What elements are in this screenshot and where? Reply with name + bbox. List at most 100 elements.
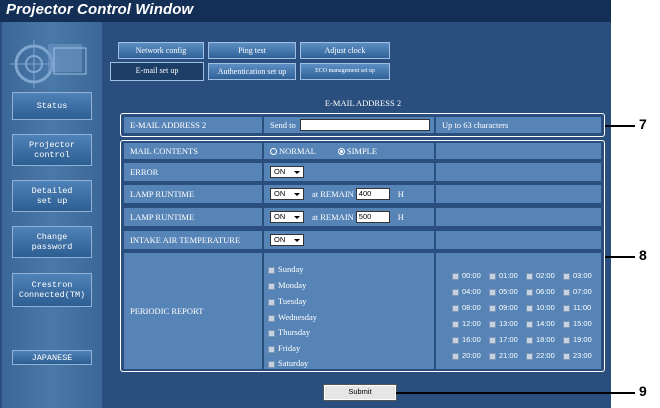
error-cell: ON [264,163,434,181]
hour-item[interactable]: 11:00 [563,303,591,312]
hour-item[interactable]: 18:00 [526,335,555,344]
hour-item[interactable]: 03:00 [563,271,592,280]
lamp-runtime-2-select[interactable]: ON [270,211,304,223]
error-label: ERROR [124,163,262,181]
sidebar-item-change-password[interactable]: Change password [12,226,92,258]
checkbox[interactable] [526,272,533,280]
sidebar-item-status[interactable]: Status [12,92,92,120]
checkbox[interactable] [452,320,459,328]
hour-item[interactable]: 01:00 [489,271,518,280]
checkbox[interactable] [452,352,459,360]
hour-label: 12:00 [462,319,481,328]
tab-email-set-up[interactable]: E-mail set up [110,62,204,81]
tab-authentication-set-up[interactable]: Authentication set up [208,63,296,80]
hour-item[interactable]: 21:00 [489,351,518,360]
simple-radio[interactable] [337,147,345,155]
send-to-label: Send to [270,120,296,130]
lamp-runtime-2-remain-input[interactable]: 500 [355,211,390,223]
checkbox[interactable] [268,314,275,322]
day-wednesday[interactable]: Wednesday [268,312,317,322]
checkbox[interactable] [526,320,533,328]
checkbox[interactable] [268,329,275,337]
empty-cell [436,231,601,249]
hour-item[interactable]: 10:00 [526,303,555,312]
hour-item[interactable]: 13:00 [489,319,518,328]
day-thursday[interactable]: Thursday [268,327,310,337]
hour-item[interactable]: 19:00 [563,335,592,344]
hour-item[interactable]: 00:00 [452,271,481,280]
hour-item[interactable]: 22:00 [526,351,555,360]
language-button[interactable]: JAPANESE [12,350,92,365]
checkbox[interactable] [452,336,459,344]
checkbox[interactable] [526,304,533,312]
day-tuesday[interactable]: Tuesday [268,296,307,306]
hour-item[interactable]: 14:00 [526,319,555,328]
lamp-runtime-2-label: LAMP RUNTIME [124,208,262,226]
tab-adjust-clock[interactable]: Adjust clock [300,42,390,59]
checkbox[interactable] [268,298,275,306]
hour-label: 13:00 [499,319,518,328]
callout-number: 7 [639,116,647,132]
checkbox[interactable] [526,288,533,296]
tab-ping-test[interactable]: Ping test [208,42,296,59]
hour-item[interactable]: 06:00 [526,287,555,296]
checkbox[interactable] [268,266,275,274]
checkbox[interactable] [489,288,496,296]
lamp-runtime-1-select[interactable]: ON [270,188,304,200]
normal-radio[interactable] [270,147,277,155]
checkbox[interactable] [268,282,275,290]
hour-item[interactable]: 02:00 [526,271,555,280]
email-address-input[interactable] [299,119,430,131]
remain-label: at REMAIN [312,212,354,222]
sidebar-item-detailed-set-up[interactable]: Detailed set up [12,180,92,212]
error-select[interactable]: ON [270,166,304,178]
hour-item[interactable]: 23:00 [563,351,592,360]
hour-item[interactable]: 15:00 [563,319,592,328]
sidebar-item-projector-control[interactable]: Projector control [12,134,92,166]
hour-item[interactable]: 04:00 [452,287,481,296]
intake-air-select[interactable]: ON [270,234,304,246]
lamp-runtime-1-remain-input[interactable]: 400 [355,188,390,200]
checkbox[interactable] [489,336,496,344]
hour-item[interactable]: 16:00 [452,335,481,344]
hour-item[interactable]: 12:00 [452,319,481,328]
checkbox[interactable] [489,352,496,360]
checkbox[interactable] [563,336,570,344]
checkbox[interactable] [563,304,570,312]
submit-button[interactable]: Submit [323,384,397,401]
checkbox[interactable] [452,272,459,280]
checkbox[interactable] [489,272,496,280]
hour-label: 18:00 [536,335,555,344]
day-saturday[interactable]: Saturday [268,358,308,368]
hour-item[interactable]: 20:00 [452,351,481,360]
checkbox[interactable] [563,352,570,360]
day-monday[interactable]: Monday [268,280,306,290]
hour-label: 05:00 [499,287,518,296]
checkbox[interactable] [526,352,533,360]
checkbox[interactable] [563,288,570,296]
hour-item[interactable]: 09:00 [489,303,518,312]
hour-item[interactable]: 08:00 [452,303,481,312]
hour-item[interactable]: 05:00 [489,287,518,296]
tab-network-config[interactable]: Network config [118,42,204,59]
day-friday[interactable]: Friday [268,343,300,353]
checkbox[interactable] [268,360,275,368]
chevron-down-icon [294,193,300,196]
hour-item[interactable]: 17:00 [489,335,518,344]
hour-item[interactable]: 07:00 [563,287,592,296]
hour-label: 09:00 [499,303,518,312]
checkbox[interactable] [489,304,496,312]
checkbox[interactable] [526,336,533,344]
day-sunday[interactable]: Sunday [268,264,304,274]
tab-eco-management-set-up[interactable]: ECO management set up [300,63,390,80]
sidebar-item-crestron[interactable]: Crestron Connected(TM) [12,273,92,307]
checkbox[interactable] [563,272,570,280]
checkbox[interactable] [268,345,275,353]
mail-contents-options: NORMAL SIMPLE [264,143,434,159]
mail-contents-label: MAIL CONTENTS [124,143,262,159]
email-hint: Up to 63 characters [436,117,601,133]
checkbox[interactable] [452,304,459,312]
checkbox[interactable] [489,320,496,328]
checkbox[interactable] [563,320,570,328]
checkbox[interactable] [452,288,459,296]
